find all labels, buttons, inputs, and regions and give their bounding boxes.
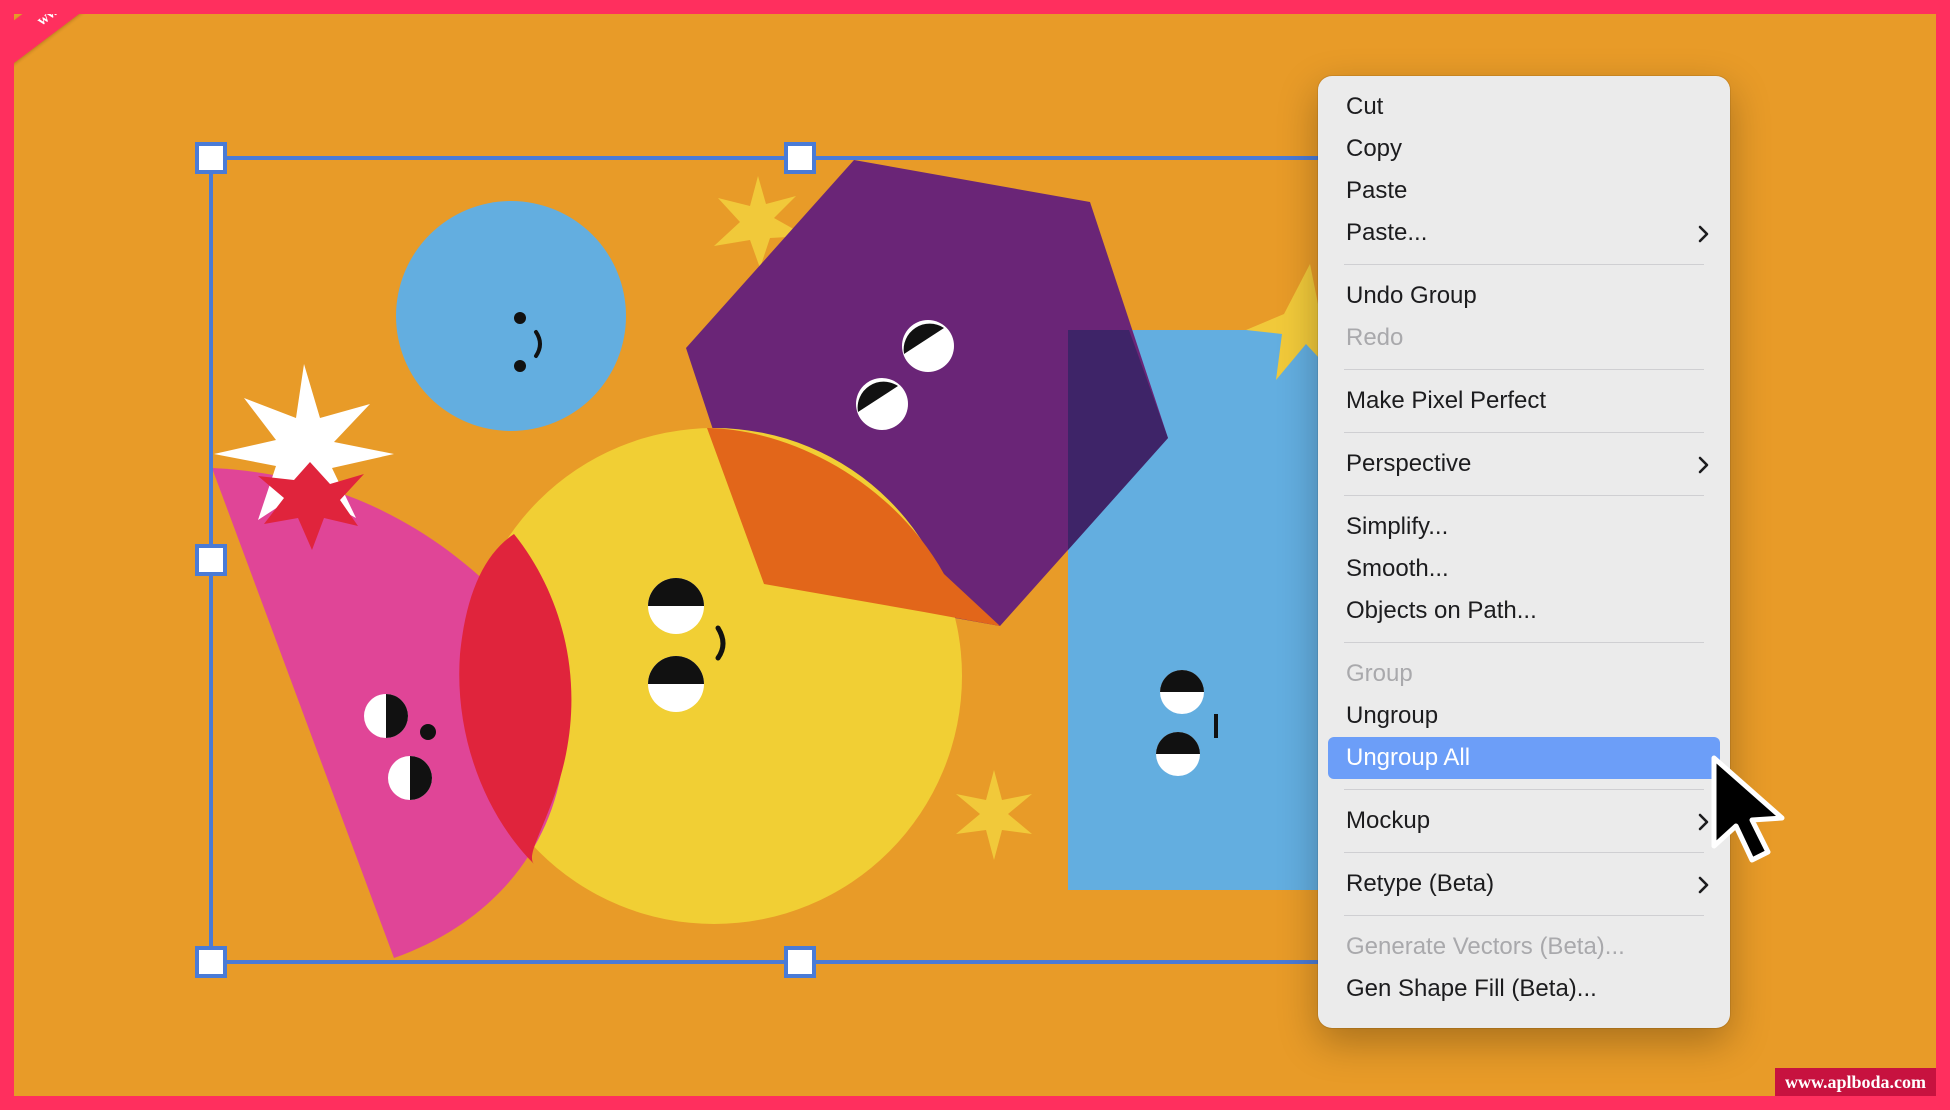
menu-item-label: Cut (1346, 93, 1384, 120)
menu-item-label: Paste... (1346, 219, 1428, 246)
menu-separator (1344, 432, 1704, 433)
chevron-right-icon (1698, 443, 1710, 474)
menu-separator (1344, 642, 1704, 643)
context-menu: Cut Copy Paste Paste... Undo Group Redo … (1318, 76, 1730, 1028)
menu-item-simplify[interactable]: Simplify... (1328, 506, 1720, 548)
menu-item-gen-shape-fill-beta[interactable]: Gen Shape Fill (Beta)... (1328, 968, 1720, 1010)
selection-handle-middle-left (195, 544, 227, 576)
blue-circle (396, 201, 626, 431)
menu-separator (1344, 789, 1704, 790)
menu-item-label: Objects on Path... (1346, 597, 1537, 624)
menu-separator (1344, 369, 1704, 370)
menu-item-objects-on-path[interactable]: Objects on Path... (1328, 590, 1720, 632)
menu-item-mockup[interactable]: Mockup (1328, 800, 1720, 842)
menu-item-label: Redo (1346, 324, 1404, 351)
menu-item-label: Copy (1346, 135, 1403, 162)
menu-item-paste-submenu[interactable]: Paste... (1328, 212, 1720, 254)
blue-circle-eye (514, 312, 526, 324)
menu-separator (1344, 915, 1704, 916)
mouse-pointer-icon (1711, 755, 1785, 863)
menu-item-ungroup-all[interactable]: Ungroup All (1328, 737, 1720, 779)
menu-item-label: Mockup (1346, 807, 1431, 834)
selection-handle-bottom-center (784, 946, 816, 978)
menu-item-perspective[interactable]: Perspective (1328, 443, 1720, 485)
menu-item-label: Paste (1346, 177, 1408, 204)
menu-item-label: Ungroup (1346, 702, 1439, 729)
menu-item-undo-group[interactable]: Undo Group (1328, 275, 1720, 317)
watermark-badge: www.aplboda.com (1774, 1068, 1936, 1096)
menu-item-redo: Redo (1328, 317, 1720, 359)
menu-item-cut[interactable]: Cut (1328, 86, 1720, 128)
menu-item-retype-beta[interactable]: Retype (Beta) (1328, 863, 1720, 905)
selection-handle-top-center (784, 142, 816, 174)
menu-item-label: Ungroup All (1346, 744, 1471, 771)
chevron-right-icon (1698, 212, 1710, 243)
menu-item-label: Smooth... (1346, 555, 1449, 582)
menu-item-label: Retype (Beta) (1346, 870, 1495, 897)
menu-item-label: Generate Vectors (Beta)... (1346, 933, 1625, 960)
menu-item-paste[interactable]: Paste (1328, 170, 1720, 212)
menu-item-generate-vectors-beta: Generate Vectors (Beta)... (1328, 926, 1720, 968)
menu-separator (1344, 264, 1704, 265)
menu-separator (1344, 852, 1704, 853)
menu-separator (1344, 495, 1704, 496)
menu-item-label: Gen Shape Fill (Beta)... (1346, 975, 1597, 1002)
menu-item-label: Make Pixel Perfect (1346, 387, 1547, 414)
menu-item-smooth[interactable]: Smooth... (1328, 548, 1720, 590)
menu-item-ungroup[interactable]: Ungroup (1328, 695, 1720, 737)
menu-item-label: Perspective (1346, 450, 1472, 477)
menu-item-copy[interactable]: Copy (1328, 128, 1720, 170)
menu-item-group: Group (1328, 653, 1720, 695)
selection-handle-bottom-left (195, 946, 227, 978)
menu-item-label: Group (1346, 660, 1413, 687)
blue-circle-eye (514, 360, 526, 372)
menu-item-label: Simplify... (1346, 513, 1449, 540)
menu-item-label: Undo Group (1346, 282, 1477, 309)
selection-handle-top-left (195, 142, 227, 174)
menu-item-make-pixel-perfect[interactable]: Make Pixel Perfect (1328, 380, 1720, 422)
chevron-right-icon (1698, 863, 1710, 894)
